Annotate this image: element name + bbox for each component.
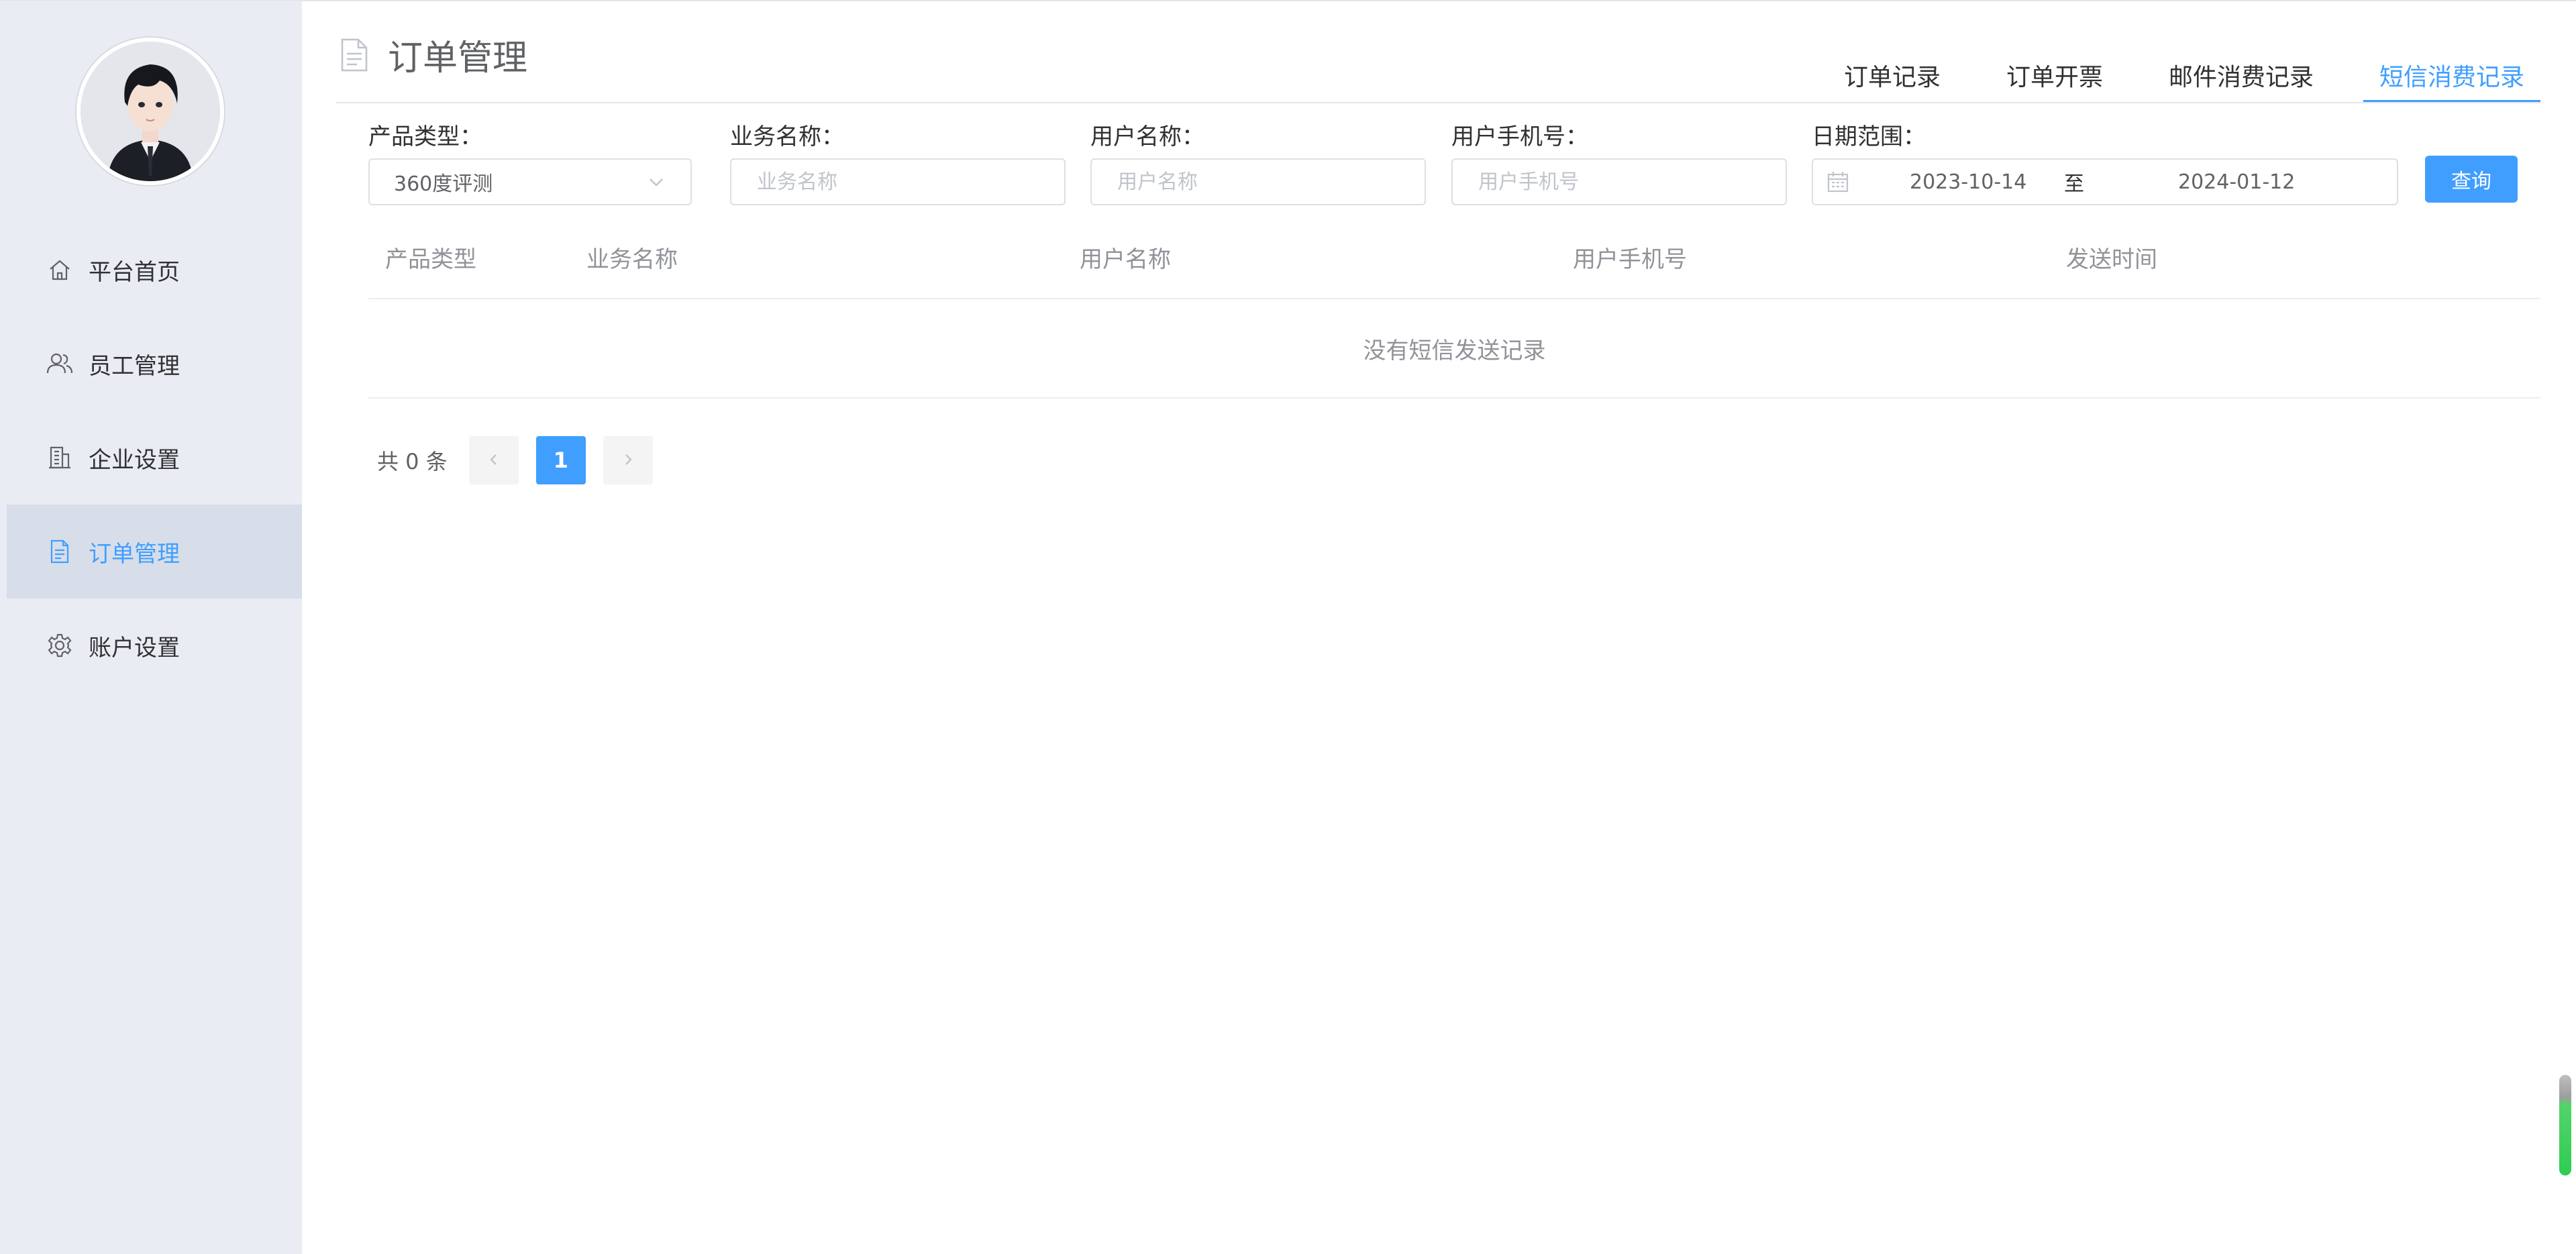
- table-header: 产品类型 业务名称 用户名称 用户手机号 发送时间: [368, 223, 2540, 299]
- business-name-input[interactable]: [756, 169, 1040, 195]
- sidebar-item-label: 平台首页: [89, 258, 180, 286]
- tab-sms-consumption[interactable]: 短信消费记录: [2363, 48, 2541, 103]
- next-page-button[interactable]: [603, 436, 653, 484]
- column-header-user-phone: 用户手机号: [1573, 246, 1687, 273]
- tab-email-consumption[interactable]: 邮件消费记录: [2153, 48, 2330, 102]
- page-header: 订单管理: [340, 30, 527, 80]
- main-content: 订单管理 订单记录 订单开票 邮件消费记录 短信消费记录 产品类型： 360度评…: [302, 1, 2576, 1254]
- page-title: 订单管理: [388, 38, 528, 79]
- tab-bar: 订单记录 订单开票 邮件消费记录 短信消费记录: [1794, 48, 2541, 103]
- product-type-select[interactable]: 360度评测: [368, 158, 692, 205]
- sidebar-item-label: 订单管理: [89, 540, 180, 568]
- filter-label: 业务名称：: [730, 123, 844, 150]
- column-header-send-time: 发送时间: [2066, 246, 2157, 273]
- pagination-total: 共 0 条: [377, 449, 448, 474]
- column-header-user-name: 用户名称: [1080, 246, 1171, 273]
- filter-date-range: 日期范围： 2023-10-14 至 2024-01-12: [1812, 122, 2398, 205]
- building-icon: [44, 442, 75, 473]
- sidebar-item-label: 账户设置: [89, 634, 180, 662]
- sidebar-item-staff[interactable]: 员工管理: [7, 317, 302, 411]
- date-end-input[interactable]: 2024-01-12: [2178, 170, 2353, 194]
- pagination: 共 0 条 1: [377, 436, 670, 484]
- home-icon: [44, 254, 75, 285]
- filter-user-name: 用户名称：: [1090, 122, 1426, 205]
- app-root: 平台首页 员工管理 企业设置 订单管理 账户设置 订单管理 订单记录 订单开票 …: [0, 0, 2576, 1254]
- sidebar-item-company[interactable]: 企业设置: [7, 411, 302, 505]
- document-icon: [44, 536, 75, 567]
- column-header-product-type: 产品类型: [385, 246, 476, 273]
- filter-business-name: 业务名称：: [730, 122, 1066, 205]
- column-header-business-name: 业务名称: [586, 246, 678, 273]
- filter-label: 用户名称：: [1090, 123, 1204, 150]
- sidebar: 平台首页 员工管理 企业设置 订单管理 账户设置: [0, 1, 302, 1254]
- chevron-left-icon: [486, 448, 502, 473]
- user-name-input[interactable]: [1116, 169, 1400, 195]
- filter-user-phone: 用户手机号：: [1451, 122, 1787, 205]
- date-separator: 至: [2064, 172, 2084, 196]
- users-icon: [44, 348, 75, 379]
- avatar[interactable]: [76, 38, 224, 185]
- user-name-box: [1090, 158, 1426, 205]
- floating-scroll-indicator[interactable]: [2559, 1075, 2571, 1175]
- select-value: 360度评测: [394, 172, 493, 196]
- header-divider: [336, 102, 2540, 103]
- filter-product-type: 产品类型： 360度评测: [368, 122, 692, 205]
- page-number-button[interactable]: 1: [535, 436, 586, 484]
- filter-label: 日期范围：: [1812, 123, 1926, 150]
- filter-label: 用户手机号：: [1451, 123, 1588, 150]
- sidebar-item-label: 企业设置: [89, 446, 180, 474]
- sidebar-item-label: 员工管理: [89, 352, 180, 380]
- user-phone-box: [1451, 158, 1787, 205]
- sidebar-item-orders[interactable]: 订单管理: [7, 505, 302, 598]
- document-icon: [340, 38, 369, 72]
- date-start-input[interactable]: 2023-10-14: [1910, 170, 2064, 194]
- filter-label: 产品类型：: [368, 123, 482, 150]
- sms-records-table: 产品类型 业务名称 用户名称 用户手机号 发送时间 没有短信发送记录: [368, 223, 2540, 399]
- business-name-box: [730, 158, 1066, 205]
- gear-icon: [44, 630, 75, 661]
- date-range-picker[interactable]: 2023-10-14 至 2024-01-12: [1812, 158, 2398, 205]
- table-empty-text: 没有短信发送记录: [368, 299, 2540, 399]
- query-button[interactable]: 查询: [2425, 156, 2518, 203]
- prev-page-button[interactable]: [468, 436, 519, 484]
- sidebar-item-home[interactable]: 平台首页: [7, 223, 302, 317]
- calendar-icon: [1826, 170, 1849, 193]
- chevron-right-icon: [620, 448, 636, 473]
- tab-order-records[interactable]: 订单记录: [1828, 48, 1957, 102]
- sidebar-item-account[interactable]: 账户设置: [7, 598, 302, 692]
- chevron-down-icon: [646, 172, 666, 192]
- avatar-image: [81, 42, 220, 181]
- tab-order-invoicing[interactable]: 订单开票: [1990, 48, 2119, 102]
- user-phone-input[interactable]: [1477, 169, 1761, 195]
